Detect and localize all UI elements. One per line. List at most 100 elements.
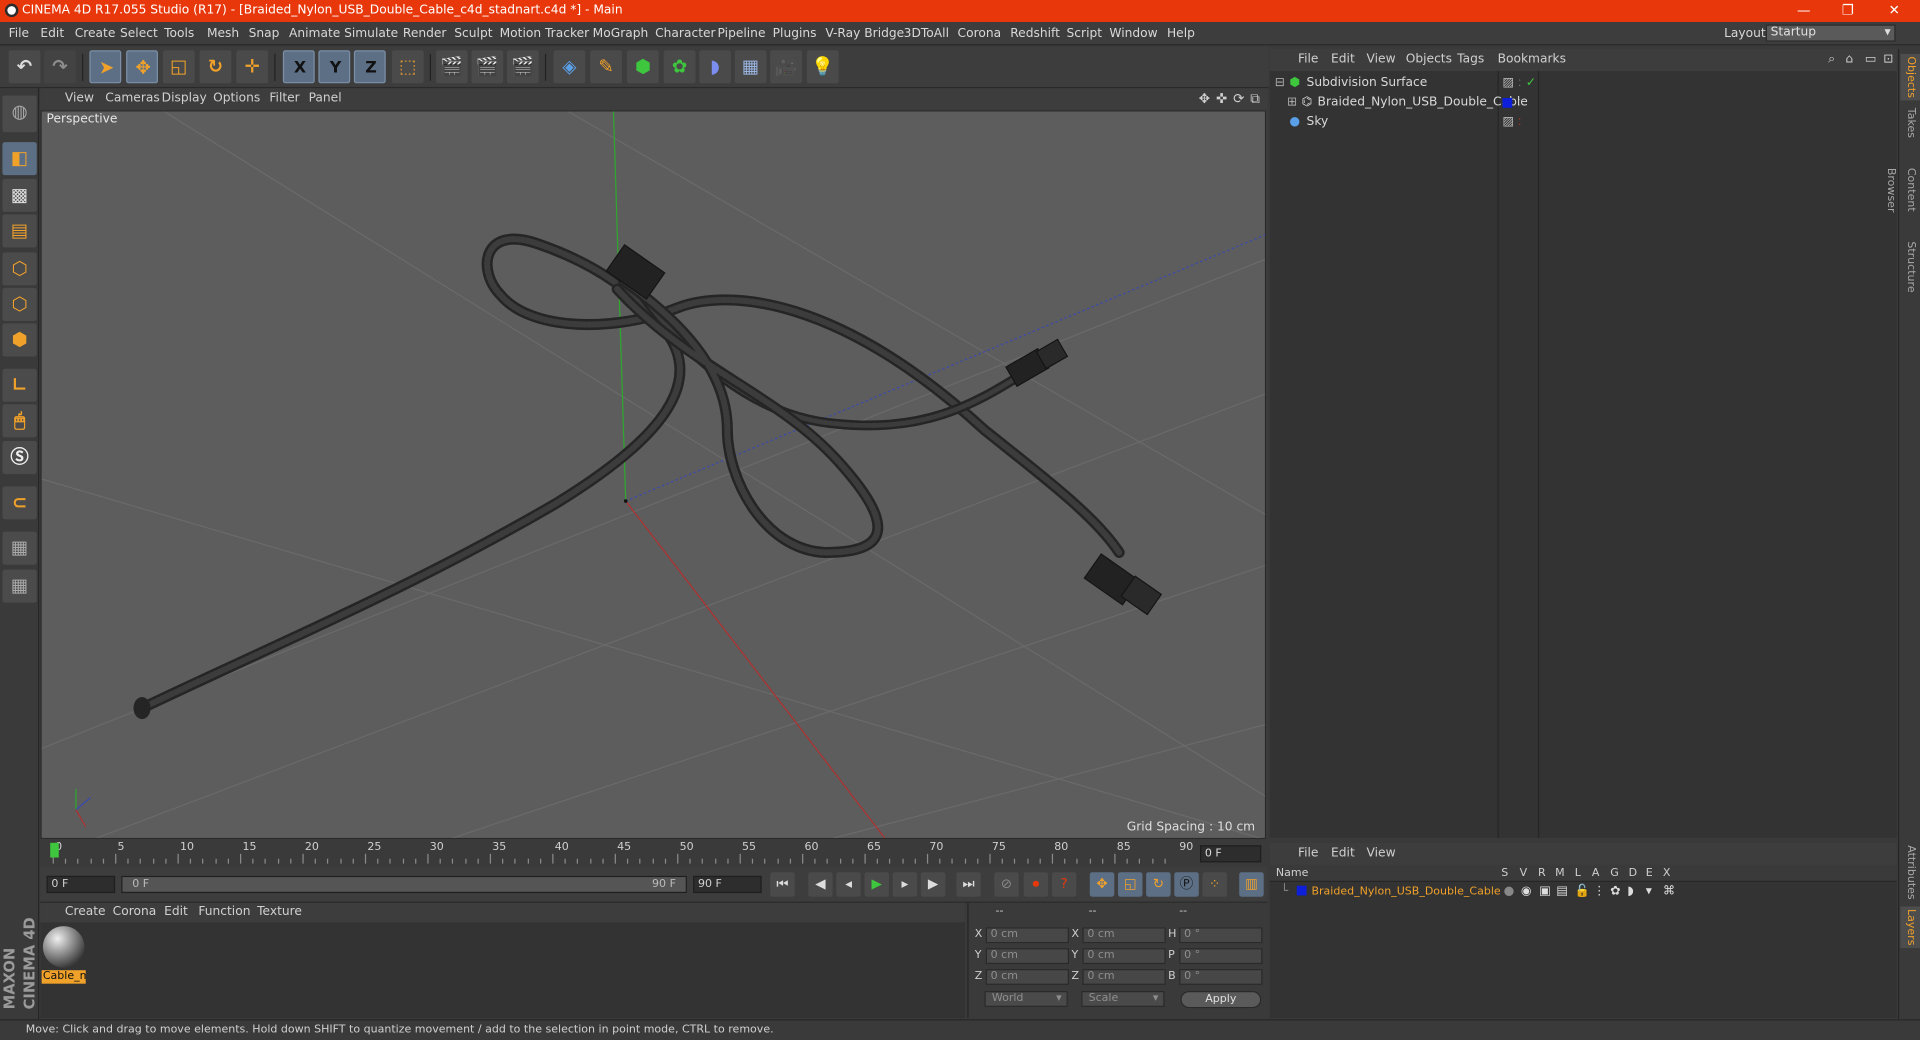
- tab-attributes[interactable]: Attributes: [1900, 843, 1920, 902]
- menu-window[interactable]: Window: [1109, 22, 1157, 45]
- object-row-sky[interactable]: ● Sky ▨ ⁚: [1270, 113, 1897, 133]
- playhead-marker[interactable]: [50, 842, 59, 858]
- next-key-button[interactable]: ▶: [920, 872, 946, 897]
- camera-button[interactable]: 🎥: [770, 50, 803, 84]
- coord-size-y-field[interactable]: 0 cm: [1082, 948, 1166, 965]
- rotate-tool-button[interactable]: ↻: [199, 50, 232, 84]
- menu-3dtoall[interactable]: 3DToAll: [904, 22, 949, 45]
- key-pla-button[interactable]: ⁘: [1202, 872, 1227, 897]
- tab-takes[interactable]: Takes: [1900, 105, 1920, 139]
- snapping-button[interactable]: Ⓢ: [2, 441, 37, 475]
- perspective-viewport[interactable]: Perspective Grid Spacing : 10 cm: [40, 110, 1267, 840]
- visibility-dots-icon[interactable]: ⁚: [1518, 93, 1521, 113]
- menu-corona[interactable]: Corona: [958, 22, 1002, 45]
- menu-tools[interactable]: Tools: [164, 22, 194, 45]
- menu-help[interactable]: Help: [1167, 22, 1195, 45]
- menu-select[interactable]: Select: [120, 22, 158, 45]
- planar-workplane-button[interactable]: ▦: [2, 569, 37, 603]
- coord-pos-y-field[interactable]: 0 cm: [985, 948, 1069, 965]
- objects-menu-bookmarks[interactable]: Bookmarks: [1498, 49, 1566, 71]
- key-position-button[interactable]: ✥: [1089, 872, 1115, 897]
- viewport-maximize-icon[interactable]: ⧉: [1250, 88, 1260, 110]
- coord-size-x-field[interactable]: 0 cm: [1082, 927, 1166, 944]
- material-menu-corona[interactable]: Corona: [113, 903, 157, 923]
- material-menu-create[interactable]: Create: [65, 903, 106, 923]
- viewport-menu-display[interactable]: Display: [162, 88, 207, 110]
- move-tool-button[interactable]: ✥: [126, 50, 158, 84]
- new-view-icon[interactable]: ▭: [1865, 49, 1877, 71]
- material-menu-function[interactable]: Function: [198, 903, 250, 923]
- points-mode-button[interactable]: ⬡: [2, 252, 37, 286]
- visibility-dots-icon[interactable]: ⁚: [1518, 113, 1521, 133]
- timeline-ruler[interactable]: 051015202530354045505560657075808590 0 F: [40, 839, 1268, 867]
- coord-size-z-field[interactable]: 0 cm: [1082, 968, 1166, 985]
- current-frame-field[interactable]: 0 F: [1200, 845, 1262, 863]
- previous-frame-button[interactable]: ◂: [836, 872, 861, 897]
- apply-button[interactable]: Apply: [1180, 991, 1262, 1009]
- menu-redshift[interactable]: Redshift: [1010, 22, 1060, 45]
- timeline-track[interactable]: 051015202530354045505560657075808590: [49, 839, 1202, 864]
- cube-object-button[interactable]: ◈: [553, 50, 586, 84]
- tab-layers[interactable]: Layers: [1900, 906, 1920, 949]
- menu-file[interactable]: File: [9, 22, 29, 45]
- collapse-icon[interactable]: ⊟: [1275, 74, 1285, 94]
- menu-motion-tracker[interactable]: Motion Tracker: [500, 22, 590, 45]
- floor-button[interactable]: ▦: [734, 50, 767, 84]
- end-frame-field[interactable]: 90 F: [693, 875, 762, 894]
- menu-simulate[interactable]: Simulate: [344, 22, 398, 45]
- objects-menu-tags[interactable]: Tags: [1457, 49, 1484, 71]
- axis-mode-button[interactable]: ∟: [2, 368, 37, 402]
- edges-mode-button[interactable]: ⬡: [2, 287, 37, 321]
- tweak-mode-button[interactable]: 🖱: [2, 404, 37, 438]
- viewport-menu-view[interactable]: View: [65, 88, 94, 110]
- visibility-dots-icon[interactable]: ⁚: [1518, 74, 1521, 94]
- next-frame-button[interactable]: ▸: [892, 872, 918, 897]
- viewport-zoom-icon[interactable]: ✜: [1216, 88, 1227, 110]
- search-icon[interactable]: ⌕: [1828, 49, 1835, 71]
- pen-spline-button[interactable]: ✎: [590, 50, 623, 84]
- menu-character[interactable]: Character: [655, 22, 715, 45]
- coord-pos-z-field[interactable]: 0 cm: [985, 968, 1069, 985]
- close-button[interactable]: ✕: [1876, 0, 1913, 22]
- material-menu-edit[interactable]: Edit: [164, 903, 188, 923]
- restore-button[interactable]: ❐: [1829, 0, 1866, 22]
- menu-sculpt[interactable]: Sculpt: [454, 22, 492, 45]
- model-mode-button[interactable]: ◧: [2, 142, 37, 176]
- workplane-mode-button[interactable]: ▤: [2, 214, 37, 248]
- menu-animate[interactable]: Animate: [289, 22, 340, 45]
- menu-mesh[interactable]: Mesh: [207, 22, 239, 45]
- enabled-check-icon[interactable]: ✓: [1526, 74, 1536, 94]
- menu-script[interactable]: Script: [1067, 22, 1103, 45]
- record-keys-button[interactable]: ⊘: [994, 872, 1019, 897]
- objects-menu-edit[interactable]: Edit: [1331, 49, 1355, 71]
- menu-snap[interactable]: Snap: [249, 22, 280, 45]
- frame-range-slider[interactable]: 0 F 90 F: [121, 875, 687, 894]
- menu-mograph[interactable]: MoGraph: [593, 22, 649, 45]
- solo-toggle-icon[interactable]: ●: [1504, 882, 1515, 902]
- undo-button[interactable]: ↶: [8, 50, 41, 84]
- array-button[interactable]: ✿: [663, 50, 696, 84]
- coordinate-system-button[interactable]: ⬚: [391, 50, 424, 84]
- xref-icon[interactable]: ⌘: [1663, 882, 1675, 902]
- coord-rot-b-field[interactable]: 0 °: [1179, 968, 1263, 985]
- layout-dropdown[interactable]: Startup ▾: [1765, 24, 1896, 42]
- menu-plugins[interactable]: Plugins: [773, 22, 817, 45]
- keyframe-selection-button[interactable]: ?: [1051, 872, 1077, 897]
- layers-menu-view[interactable]: View: [1367, 843, 1396, 865]
- menu-create[interactable]: Create: [75, 22, 116, 45]
- objects-menu-file[interactable]: File: [1298, 49, 1318, 71]
- menu-render[interactable]: Render: [403, 22, 447, 45]
- coord-pos-x-field[interactable]: 0 cm: [985, 927, 1069, 944]
- layers-menu-file[interactable]: File: [1298, 843, 1318, 865]
- deformer-icon[interactable]: ◗: [1627, 882, 1633, 902]
- texture-mode-button[interactable]: ▩: [2, 178, 37, 212]
- x-axis-lock-button[interactable]: X: [282, 50, 315, 84]
- expand-icon[interactable]: ⊞: [1287, 93, 1297, 113]
- lock-icon[interactable]: 🔓: [1575, 882, 1590, 902]
- autokeying-button[interactable]: ⏺: [1023, 872, 1049, 897]
- render-clapboard-icon[interactable]: ▣: [1539, 882, 1551, 902]
- object-row-subdivision-surface[interactable]: ⊟ ⬢ Subdivision Surface ▨ ⁚ ✓: [1270, 74, 1897, 94]
- objects-menu-view[interactable]: View: [1367, 49, 1396, 71]
- object-row-cable[interactable]: ⊞ ⌬ Braided_Nylon_USB_Double_Cable ⁚: [1270, 93, 1897, 113]
- render-picture-viewer-button[interactable]: 🎬: [471, 50, 504, 84]
